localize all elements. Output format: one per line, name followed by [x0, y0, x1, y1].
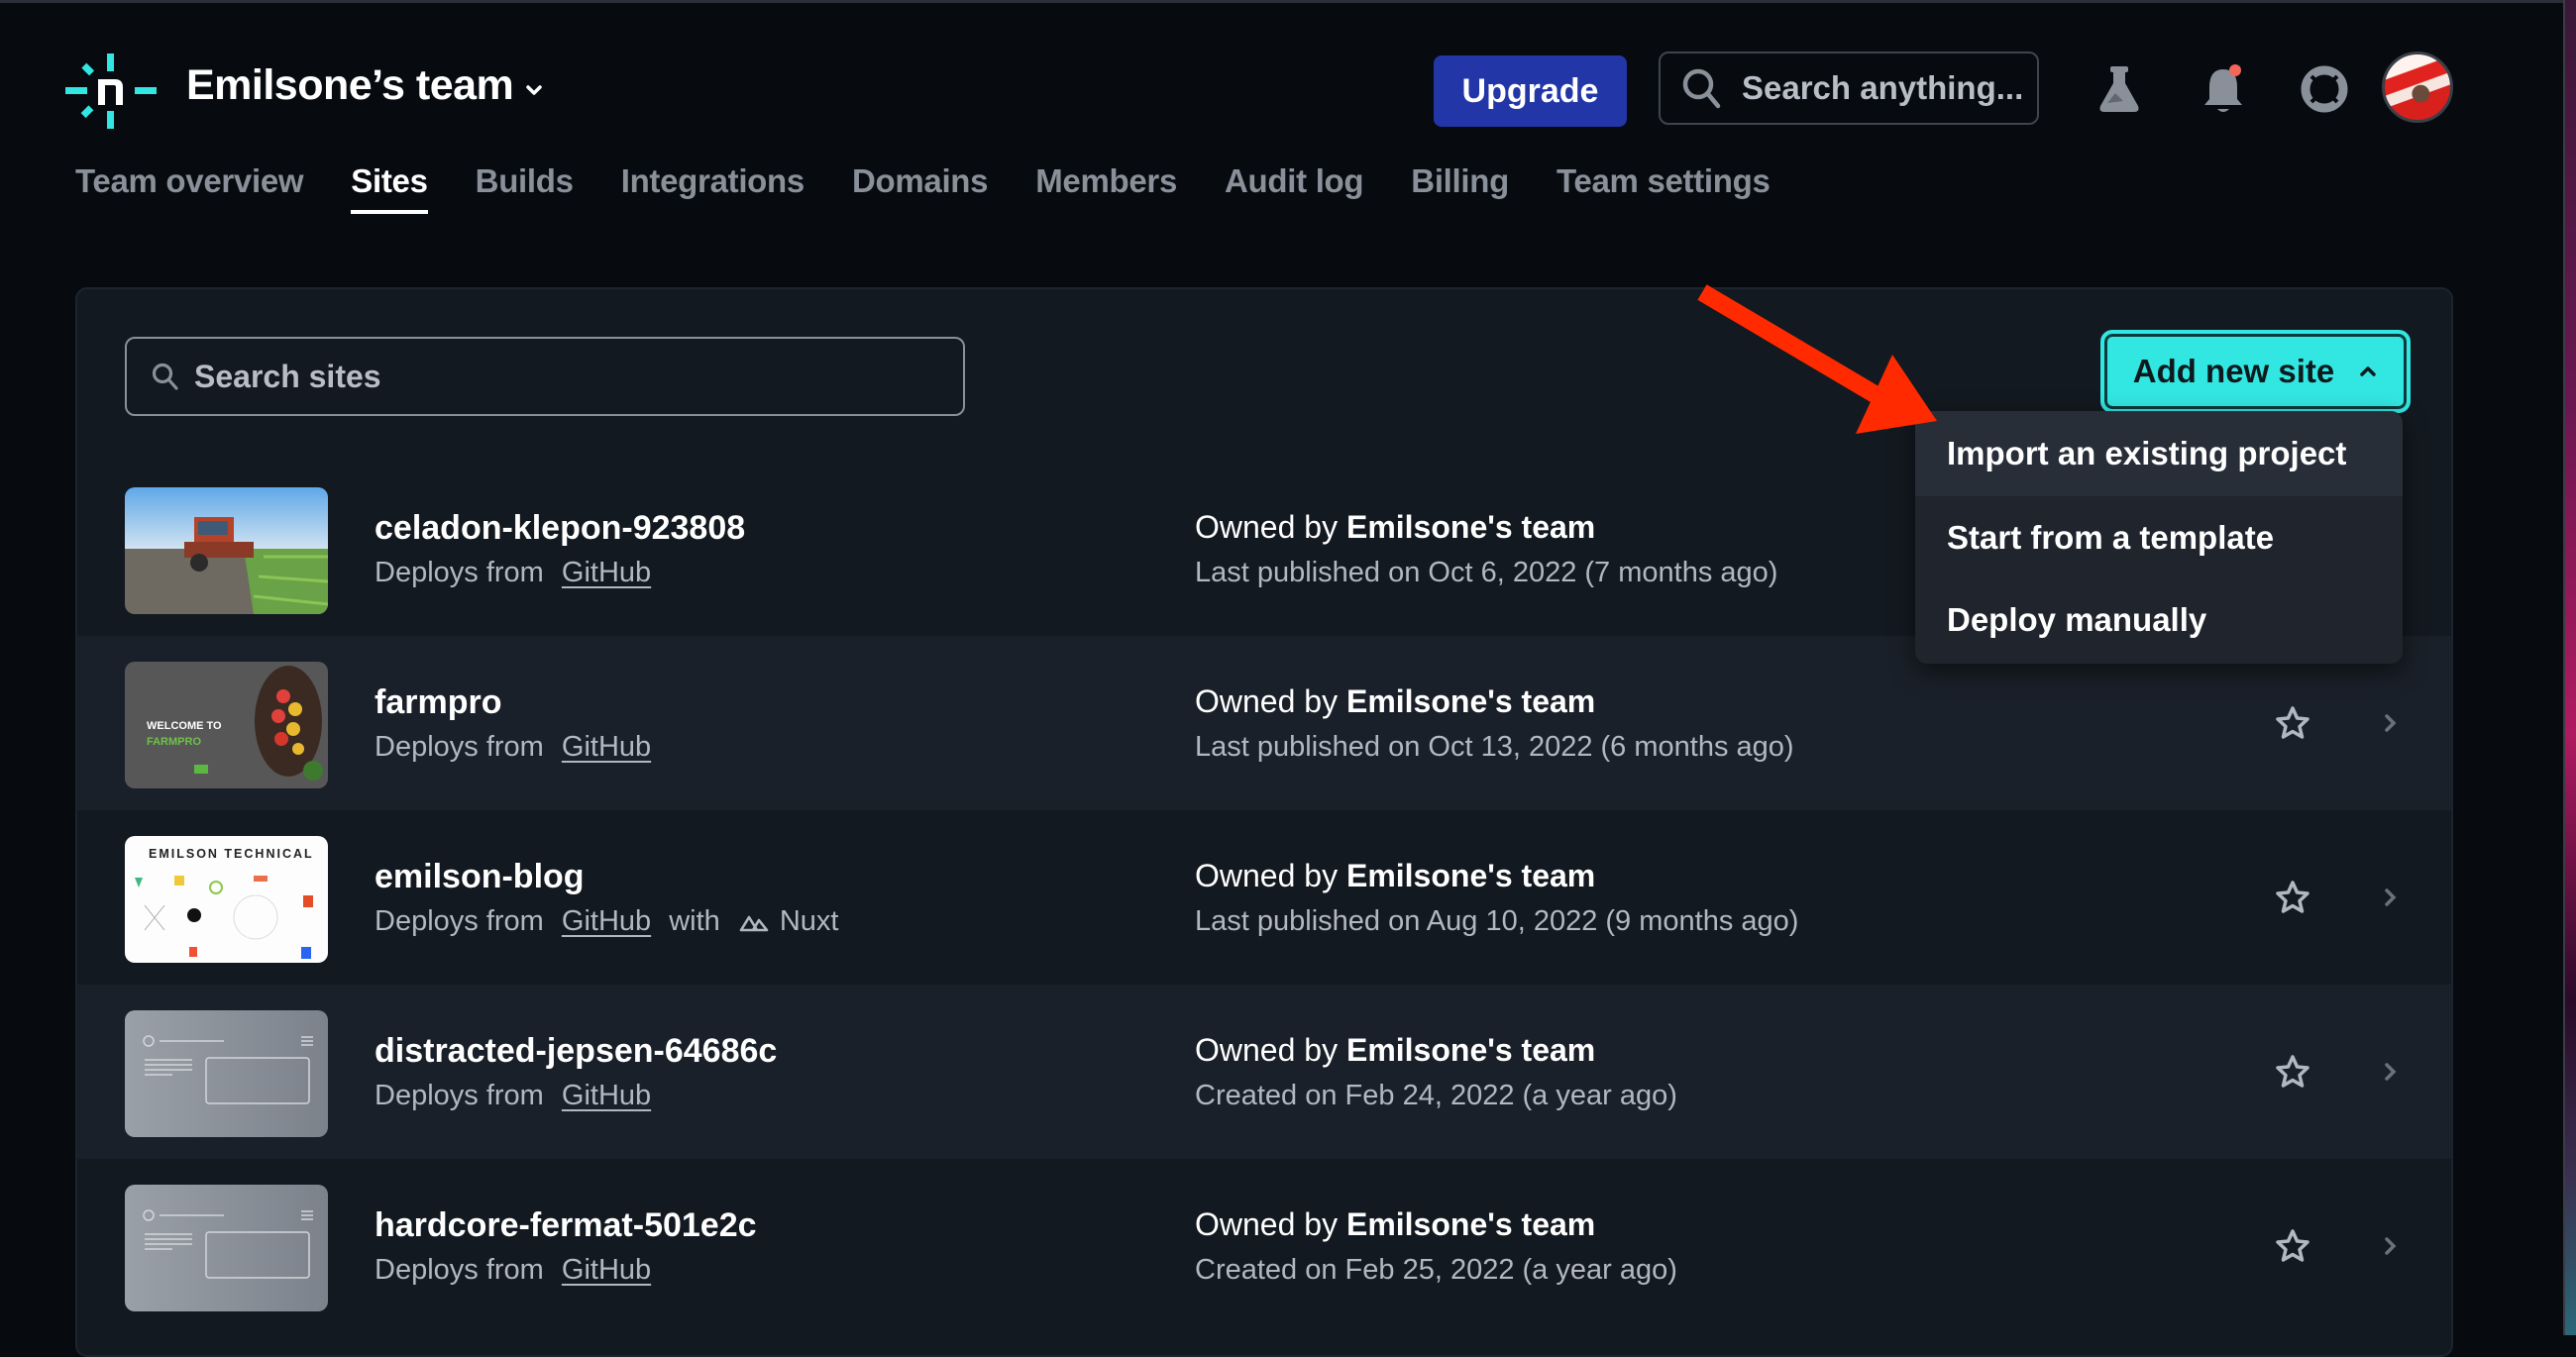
tab-sites[interactable]: Sites: [351, 162, 429, 214]
site-owner: Owned by Emilsone's team: [1195, 1206, 1595, 1243]
site-deploy-info: Deploys from GitHub with Nuxt: [375, 905, 838, 938]
global-search-placeholder: Search anything...: [1742, 69, 2024, 106]
chevron-right-icon[interactable]: [2378, 709, 2404, 737]
framework-prefix: with: [661, 905, 728, 937]
site-thumbnail: WELCOME TO FARMPRO: [125, 662, 328, 788]
tab-audit-log[interactable]: Audit log: [1225, 162, 1364, 210]
chevron-right-icon[interactable]: [2378, 1058, 2404, 1086]
site-thumbnail-placeholder: [125, 1185, 328, 1311]
chevron-up-icon: [2360, 366, 2377, 376]
site-deploy-info: Deploys from GitHub: [375, 1080, 651, 1112]
site-row[interactable]: distracted-jepsen-64686c Deploys from Gi…: [77, 985, 2451, 1159]
lifebuoy-icon[interactable]: [2295, 59, 2354, 119]
site-name[interactable]: celadon-klepon-923808: [375, 509, 745, 548]
menu-item-deploy-manually[interactable]: Deploy manually: [1915, 578, 2403, 661]
deploy-prefix: Deploys from: [375, 731, 552, 763]
owner-name: Emilsone's team: [1345, 1206, 1596, 1242]
site-thumbnail-placeholder: [125, 1010, 328, 1137]
user-avatar[interactable]: [2382, 52, 2453, 123]
search-sites-placeholder: Search sites: [194, 358, 381, 394]
window-top-border: [0, 0, 2563, 3]
tab-billing[interactable]: Billing: [1411, 162, 1509, 210]
add-new-site-label: Add new site: [2132, 353, 2335, 389]
search-icon: [152, 363, 178, 390]
site-name[interactable]: hardcore-fermat-501e2c: [375, 1206, 757, 1245]
site-name[interactable]: emilson-blog: [375, 858, 585, 896]
site-deploy-info: Deploys from GitHub: [375, 1254, 651, 1287]
site-date: Last published on Oct 13, 2022 (6 months…: [1195, 731, 1794, 763]
github-link[interactable]: GitHub: [562, 905, 651, 938]
menu-item-start-from-template[interactable]: Start from a template: [1915, 496, 2403, 578]
desktop-background-strip: [2563, 0, 2576, 1335]
thumb-emilson-text: EMILSON TECHNICAL: [149, 847, 314, 861]
github-link[interactable]: GitHub: [562, 1080, 651, 1112]
star-icon[interactable]: [2273, 878, 2312, 917]
search-sites-input[interactable]: Search sites: [125, 337, 965, 416]
bell-icon[interactable]: [2194, 59, 2253, 119]
site-date: Created on Feb 25, 2022 (a year ago): [1195, 1254, 1677, 1286]
tab-integrations[interactable]: Integrations: [621, 162, 805, 210]
site-owner: Owned by Emilsone's team: [1195, 683, 1595, 720]
add-new-site-menu: Import an existing project Start from a …: [1915, 411, 2403, 664]
site-thumbnail: [125, 487, 328, 614]
star-icon[interactable]: [2273, 703, 2312, 743]
site-owner: Owned by Emilsone's team: [1195, 509, 1595, 546]
site-owner: Owned by Emilsone's team: [1195, 858, 1595, 894]
owner-prefix: Owned by: [1195, 683, 1346, 719]
global-search-input[interactable]: Search anything...: [1659, 52, 2039, 125]
tab-members[interactable]: Members: [1035, 162, 1177, 210]
site-name[interactable]: distracted-jepsen-64686c: [375, 1032, 777, 1071]
star-icon[interactable]: [2273, 1052, 2312, 1092]
github-link[interactable]: GitHub: [562, 557, 651, 589]
thumb-welcome-text: WELCOME TO: [147, 720, 222, 732]
owner-prefix: Owned by: [1195, 509, 1346, 545]
team-nav-tabs: Team overview Sites Builds Integrations …: [75, 162, 1818, 214]
site-date: Last published on Oct 6, 2022 (7 months …: [1195, 557, 1778, 588]
tab-team-settings[interactable]: Team settings: [1556, 162, 1771, 210]
owner-name: Emilsone's team: [1345, 1032, 1596, 1068]
thumb-farmpro-text: FARMPRO: [147, 736, 201, 748]
framework-name: Nuxt: [779, 905, 839, 937]
deploy-prefix: Deploys from: [375, 1254, 552, 1286]
deploy-prefix: Deploys from: [375, 1080, 552, 1111]
site-deploy-info: Deploys from GitHub: [375, 557, 651, 589]
owner-name: Emilsone's team: [1345, 509, 1596, 545]
chevron-right-icon[interactable]: [2378, 1232, 2404, 1260]
nuxt-icon: [739, 915, 769, 931]
upgrade-button[interactable]: Upgrade: [1434, 55, 1627, 127]
star-icon[interactable]: [2273, 1226, 2312, 1266]
tab-team-overview[interactable]: Team overview: [75, 162, 304, 210]
netlify-logo-icon[interactable]: [65, 52, 157, 131]
search-icon: [1682, 68, 1721, 109]
owner-prefix: Owned by: [1195, 1206, 1346, 1242]
site-owner: Owned by Emilsone's team: [1195, 1032, 1595, 1069]
owner-name: Emilsone's team: [1345, 858, 1596, 893]
owner-prefix: Owned by: [1195, 858, 1346, 893]
deploy-prefix: Deploys from: [375, 557, 552, 588]
notification-dot: [2229, 64, 2241, 76]
tab-domains[interactable]: Domains: [852, 162, 989, 210]
owner-prefix: Owned by: [1195, 1032, 1346, 1068]
site-date: Last published on Aug 10, 2022 (9 months…: [1195, 905, 1799, 937]
owner-name: Emilsone's team: [1345, 683, 1596, 719]
github-link[interactable]: GitHub: [562, 731, 651, 764]
site-row[interactable]: EMILSON TECHNICAL emilson-blog Deploys f…: [77, 810, 2451, 985]
site-date: Created on Feb 24, 2022 (a year ago): [1195, 1080, 1677, 1111]
github-link[interactable]: GitHub: [562, 1254, 651, 1287]
chevron-down-icon[interactable]: [523, 79, 545, 101]
flask-icon[interactable]: [2091, 59, 2150, 119]
site-row[interactable]: hardcore-fermat-501e2c Deploys from GitH…: [77, 1159, 2451, 1333]
site-deploy-info: Deploys from GitHub: [375, 731, 651, 764]
team-name[interactable]: Emilsone’s team: [186, 61, 514, 110]
add-new-site-button[interactable]: Add new site: [2100, 330, 2411, 413]
site-thumbnail: EMILSON TECHNICAL: [125, 836, 328, 963]
site-name[interactable]: farmpro: [375, 683, 501, 722]
menu-item-import-existing-project[interactable]: Import an existing project: [1915, 411, 2403, 496]
deploy-prefix: Deploys from: [375, 905, 552, 937]
chevron-right-icon[interactable]: [2378, 884, 2404, 911]
tab-builds[interactable]: Builds: [476, 162, 574, 210]
